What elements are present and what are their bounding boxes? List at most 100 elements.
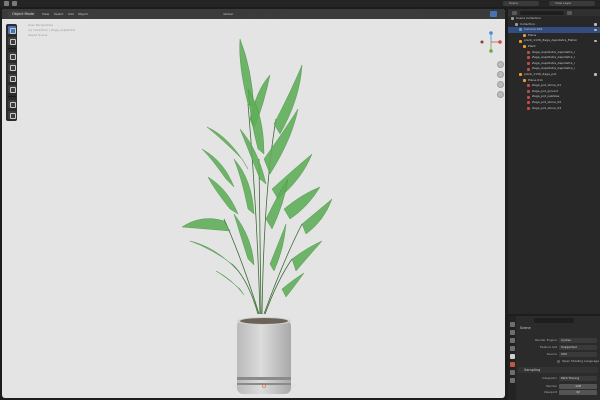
viewport-samples-row: Viewport 32: [518, 390, 598, 395]
select-box-tool-icon[interactable]: [7, 26, 16, 34]
navigation-gizmo[interactable]: [480, 31, 502, 53]
output-tab-icon[interactable]: [509, 338, 515, 343]
object-menu[interactable]: Object: [76, 11, 90, 17]
osl-checkbox-row[interactable]: Open Shading Language: [557, 359, 599, 363]
tool-tab-icon[interactable]: [509, 322, 515, 327]
camera-view-icon[interactable]: [497, 81, 504, 88]
outliner-tree: Scene Collection Collection Camera.002 Plan…: [508, 16, 600, 111]
camera-icon: [519, 28, 522, 32]
mesh-icon: [523, 45, 526, 49]
feature-set-row: Feature Set Supported: [518, 345, 598, 350]
cursor-tool-icon[interactable]: [7, 37, 16, 45]
3d-viewport[interactable]: Object Mode View Select Add Object Globa…: [2, 9, 505, 398]
material-icon: [527, 62, 530, 66]
filter-icon[interactable]: [567, 10, 572, 15]
outliner-row-label: Zaga_pot_stone_03: [532, 105, 562, 110]
rendered-shading-icon[interactable]: [490, 11, 497, 17]
device-row: Device CPU: [518, 352, 598, 357]
rotate-tool-icon[interactable]: [7, 63, 16, 71]
zoom-icon[interactable]: [497, 61, 504, 68]
scene-tab-icon[interactable]: [509, 354, 515, 359]
world-tab-icon[interactable]: [509, 362, 515, 367]
render-samples-row: Render 128: [518, 384, 598, 389]
viewport-nav-buttons: [497, 61, 504, 98]
osl-label: Open Shading Language: [562, 359, 599, 363]
properties-context-title: Scene: [520, 326, 531, 330]
viewport-samples-field[interactable]: 32: [559, 390, 597, 395]
add-menu[interactable]: Add: [66, 11, 76, 17]
properties-search-input[interactable]: [534, 318, 574, 323]
mesh-icon: [523, 78, 526, 82]
transform-tool-icon[interactable]: [7, 85, 16, 93]
select-menu[interactable]: Select: [52, 11, 66, 17]
outliner-header: [508, 9, 600, 16]
material-shading-icon[interactable]: [480, 11, 487, 17]
visibility-icon[interactable]: [420, 11, 427, 17]
visibility-eye-icon[interactable]: [594, 28, 597, 32]
pan-hand-icon[interactable]: [497, 71, 504, 78]
display-mode-icon[interactable]: [512, 10, 517, 15]
plant-render: [181, 38, 333, 394]
scale-tool-icon[interactable]: [7, 74, 16, 82]
outliner-row[interactable]: Zaga_pot_stone_03: [508, 106, 600, 112]
viewport-hud-text: User Perspective (1) Collection | Zaga_A…: [28, 23, 75, 38]
blender-logo-icon[interactable]: [4, 1, 9, 6]
properties-panel: Scene Render Engine Cycles Feature Set S…: [508, 316, 600, 400]
viewport-samples-label: Viewport: [543, 390, 557, 394]
material-icon: [527, 67, 530, 71]
pivot-point-dropdown[interactable]: [238, 11, 250, 17]
scene-selector[interactable]: Scene: [503, 1, 539, 6]
perspective-toggle-icon[interactable]: [497, 91, 504, 98]
sampling-panel-header[interactable]: Sampling: [518, 367, 598, 373]
device-label: Device: [546, 352, 557, 356]
object-icon: [519, 39, 522, 43]
viewport-header: Object Mode View Select Add Object Globa…: [2, 9, 505, 19]
object-tab-icon[interactable]: [509, 370, 515, 375]
move-tool-icon[interactable]: [7, 52, 16, 60]
proportional-editing-toggle[interactable]: [270, 11, 282, 17]
top-bar: Scene View Layer: [0, 0, 600, 7]
gizmo-toggle-icon[interactable]: [430, 11, 437, 17]
feature-set-dropdown[interactable]: Supported: [559, 345, 597, 350]
integrator-dropdown[interactable]: Path Tracing: [559, 376, 597, 381]
outliner-panel: Scene Collection Collection Camera.002 Plan…: [508, 9, 600, 314]
transform-orientation-dropdown[interactable]: Global: [222, 11, 234, 17]
render-engine-dropdown[interactable]: Cycles: [559, 338, 597, 343]
tool-shelf: [6, 24, 17, 121]
render-samples-field[interactable]: 128: [559, 384, 597, 389]
overlay-toggle-icon[interactable]: [440, 11, 447, 17]
mesh-icon: [523, 34, 526, 38]
object-icon: [519, 73, 522, 77]
solid-shading-icon[interactable]: [470, 11, 477, 17]
integrator-row: Integrator Path Tracing: [518, 376, 598, 381]
view-layer-selector[interactable]: View Layer: [549, 1, 595, 6]
view-layer-tab-icon[interactable]: [509, 346, 515, 351]
editor-type-icon[interactable]: [12, 1, 17, 6]
outliner-search-input[interactable]: [520, 10, 564, 15]
measure-tool-icon[interactable]: [7, 111, 16, 119]
snap-toggle[interactable]: [254, 11, 266, 17]
view-menu[interactable]: View: [40, 11, 52, 17]
wireframe-shading-icon[interactable]: [460, 11, 467, 17]
render-samples-label: Render: [546, 384, 557, 388]
toolbar-divider: [7, 48, 16, 49]
device-dropdown[interactable]: CPU: [559, 352, 597, 357]
physics-tab-icon[interactable]: [509, 378, 515, 383]
material-icon: [527, 106, 530, 110]
object-mode-dropdown[interactable]: Object Mode: [8, 11, 36, 17]
properties-tabs: [508, 316, 516, 400]
annotate-tool-icon[interactable]: [7, 100, 16, 108]
toolbar-divider: [7, 96, 16, 97]
render-tab-icon[interactable]: [509, 330, 515, 335]
xray-toggle-icon[interactable]: [450, 11, 457, 17]
collection-icon: [515, 22, 518, 26]
visibility-eye-icon[interactable]: [594, 39, 597, 43]
visibility-eye-icon[interactable]: [594, 73, 597, 76]
osl-checkbox[interactable]: [557, 359, 560, 363]
material-icon: [527, 101, 530, 105]
visibility-eye-icon[interactable]: [594, 23, 597, 26]
material-icon: [527, 50, 530, 54]
render-engine-row: Render Engine Cycles: [518, 338, 598, 343]
integrator-label: Integrator: [541, 376, 557, 380]
material-icon: [527, 56, 530, 60]
